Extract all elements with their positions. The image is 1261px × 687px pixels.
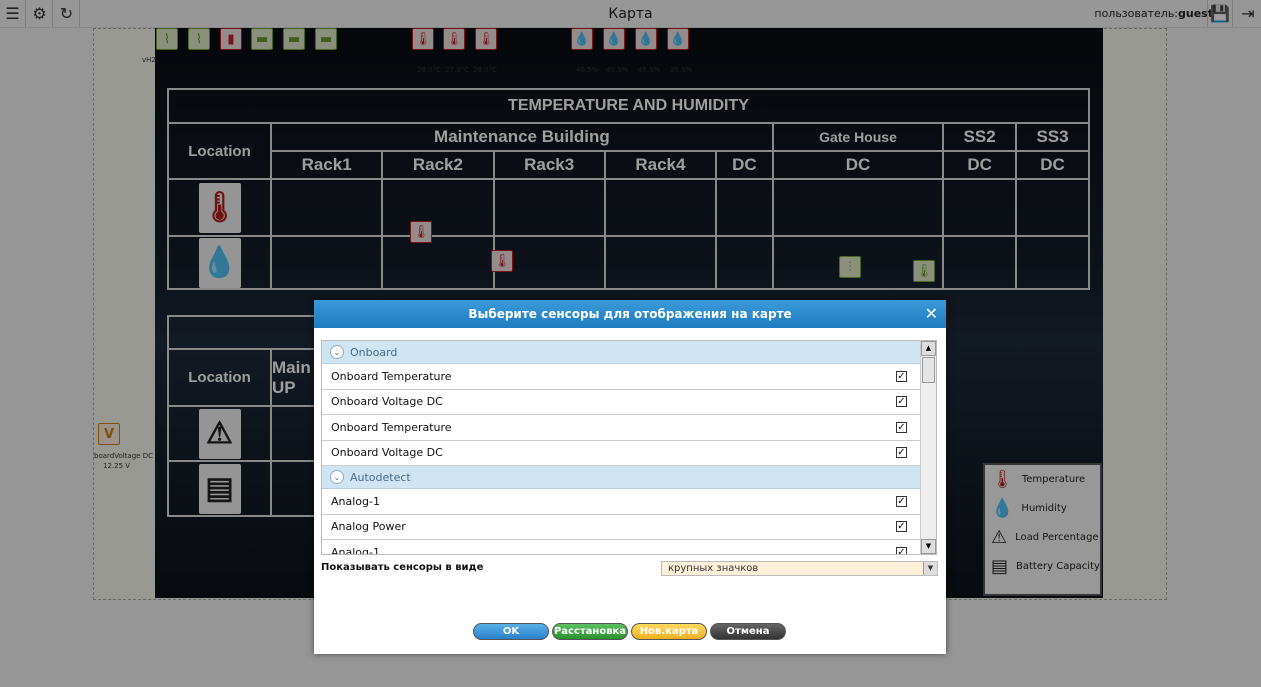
item-label: Onboard Voltage DC (331, 395, 443, 409)
list-item[interactable]: Onboard Temperature ✓ (322, 415, 921, 441)
list-item[interactable]: Analog-1 ✓ (322, 489, 921, 515)
item-label: Analog-1 (331, 545, 380, 555)
checkbox[interactable]: ✓ (896, 521, 907, 533)
item-label: Analog-1 (331, 494, 380, 508)
group-onboard[interactable]: ⌄ Onboard (322, 341, 921, 364)
dialog-header: Выберите сенсоры для отображения на карт… (314, 300, 946, 328)
select-value: крупных значков (668, 563, 759, 574)
group-label: Onboard (350, 345, 398, 359)
show-as-label: Показывать сенсоры в виде (321, 562, 484, 573)
item-label: Onboard Voltage DC (331, 446, 443, 460)
cancel-button[interactable]: Отмена (710, 623, 786, 640)
checkbox[interactable]: ✓ (896, 495, 907, 507)
checkbox[interactable]: ✓ (896, 447, 907, 459)
list-item[interactable]: Analog Power ✓ (322, 515, 921, 540)
sensor-select-dialog: Выберите сенсоры для отображения на карт… (314, 300, 946, 654)
checkbox[interactable]: ✓ (896, 546, 907, 554)
new-map-button[interactable]: Нов.карта (631, 623, 707, 640)
item-label: Analog Power (331, 520, 406, 534)
list-item[interactable]: Analog-1 ✓ (322, 540, 921, 555)
ok-button[interactable]: OK (473, 623, 549, 640)
group-label: Autodetect (350, 470, 411, 484)
show-as-select[interactable]: крупных значков ▼ (661, 561, 938, 576)
chevron-down-icon[interactable]: ⌄ (330, 470, 344, 484)
chevron-down-icon[interactable]: ▼ (923, 562, 937, 575)
checkbox[interactable]: ✓ (896, 370, 907, 382)
scroll-up-icon[interactable]: ▲ (921, 341, 936, 356)
group-autodetect[interactable]: ⌄ Autodetect (322, 466, 921, 489)
item-label: Onboard Temperature (331, 420, 452, 434)
scroll-thumb[interactable] (922, 357, 935, 383)
list-item[interactable]: Onboard Voltage DC ✓ (322, 441, 921, 466)
list-item[interactable]: Onboard Voltage DC ✓ (322, 390, 921, 415)
dialog-title: Выберите сенсоры для отображения на карт… (468, 307, 792, 321)
scrollbar[interactable]: ▲ ▼ (920, 341, 936, 554)
close-icon[interactable]: ✕ (925, 300, 938, 328)
chevron-down-icon[interactable]: ⌄ (330, 345, 344, 359)
item-label: Onboard Temperature (331, 369, 452, 383)
list-item[interactable]: Onboard Temperature ✓ (322, 364, 921, 390)
sensor-list: ⌄ Onboard Onboard Temperature ✓ Onboard Vo… (321, 340, 937, 555)
checkbox[interactable]: ✓ (896, 396, 907, 408)
checkbox[interactable]: ✓ (896, 421, 907, 433)
arrange-button[interactable]: Расстановка (552, 623, 628, 640)
scroll-down-icon[interactable]: ▼ (921, 539, 936, 554)
